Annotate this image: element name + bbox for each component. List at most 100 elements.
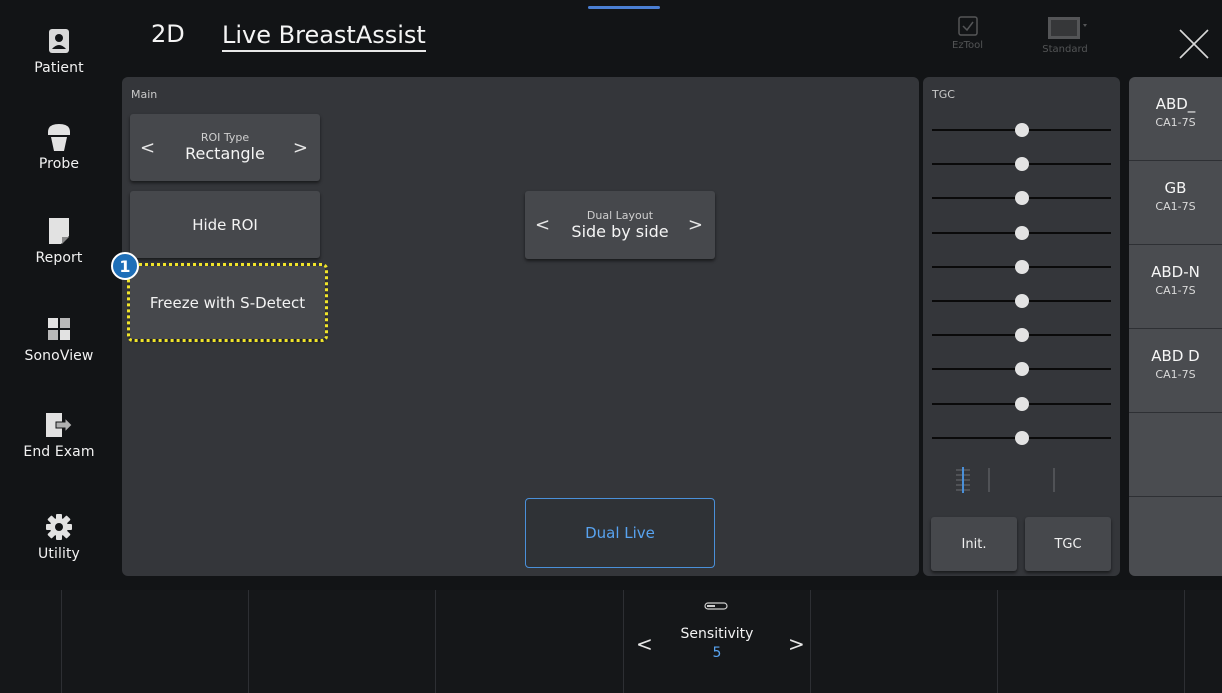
preset-name: ABD D xyxy=(1151,347,1200,365)
preset-item[interactable]: GB CA1-7S xyxy=(1129,161,1222,245)
tgc-slider-knob[interactable] xyxy=(1015,225,1029,240)
tgc-slider[interactable] xyxy=(932,123,1111,137)
tgc-label: TGC xyxy=(1054,536,1082,552)
tgc-button[interactable]: TGC xyxy=(1025,517,1111,571)
tgc-slider[interactable] xyxy=(932,362,1111,377)
dual-live-label: Dual Live xyxy=(585,524,655,542)
sensitivity-control[interactable]: < Sensitivity 5 > xyxy=(624,590,810,693)
tgc-slider-knob[interactable] xyxy=(1015,259,1029,274)
sensitivity-value: 5 xyxy=(712,645,722,661)
tgc-slider-knob[interactable] xyxy=(1015,294,1029,308)
bottom-divider xyxy=(248,590,249,693)
tgc-slider-knob[interactable] xyxy=(1015,191,1029,206)
preset-name: ABD_ xyxy=(1155,95,1196,113)
eztool-label: EzTool xyxy=(952,40,983,51)
sidebar-item-sonoview[interactable]: SonoView xyxy=(0,314,118,364)
sidebar-item-label: SonoView xyxy=(24,348,94,364)
bottom-divider xyxy=(810,590,811,693)
hide-roi-button[interactable]: Hide ROI xyxy=(130,191,320,258)
tgc-slider[interactable] xyxy=(932,294,1111,308)
eztool-button[interactable]: EzTool xyxy=(952,16,983,51)
standard-button[interactable]: Standard xyxy=(1042,16,1088,55)
tgc-slider[interactable] xyxy=(932,430,1111,445)
tgc-slider[interactable] xyxy=(932,191,1111,206)
patient-icon xyxy=(44,26,74,56)
sidebar-item-patient[interactable]: Patient xyxy=(0,26,118,76)
preset-name: ABD-N xyxy=(1151,263,1200,281)
tgc-slider[interactable] xyxy=(932,396,1111,411)
chevron-right-icon[interactable]: > xyxy=(788,632,805,656)
sidebar-item-label: Report xyxy=(35,250,83,266)
chevron-right-icon[interactable]: > xyxy=(293,137,308,158)
tgc-slider[interactable] xyxy=(932,328,1111,343)
panel-caption: Main xyxy=(131,88,158,101)
chevron-right-icon[interactable]: > xyxy=(688,215,703,236)
tgc-slider[interactable] xyxy=(932,259,1111,274)
roi-type-value: Rectangle xyxy=(185,144,265,163)
preset-item[interactable] xyxy=(1129,413,1222,497)
tgc-slider[interactable] xyxy=(932,157,1111,172)
chevron-left-icon[interactable]: < xyxy=(535,215,550,236)
sidebar-item-end-exam[interactable]: End Exam xyxy=(0,410,118,460)
preset-probe: CA1-7S xyxy=(1155,368,1196,381)
preset-probe: CA1-7S xyxy=(1155,116,1196,129)
tgc-init-button[interactable]: Init. xyxy=(931,517,1017,571)
sensitivity-title: Sensitivity xyxy=(680,626,754,642)
dual-layout-title: Dual Layout xyxy=(586,208,654,222)
chevron-left-icon[interactable]: < xyxy=(140,137,155,158)
freeze-label: Freeze with S-Detect xyxy=(149,293,306,312)
sidebar-item-report[interactable]: Report xyxy=(0,216,118,266)
preset-item[interactable]: ABD_ CA1-7S xyxy=(1129,77,1222,161)
sidebar-item-label: End Exam xyxy=(23,444,95,460)
preset-item[interactable]: ABD-N CA1-7S xyxy=(1129,245,1222,329)
tgc-slider-knob[interactable] xyxy=(1015,430,1029,445)
probe-icon xyxy=(44,122,74,152)
bottom-divider xyxy=(61,590,62,693)
bottom-bar: < Sensitivity 5 > xyxy=(0,590,1222,693)
tgc-slider-knob[interactable] xyxy=(1015,396,1029,411)
tgc-curve-icon xyxy=(956,467,1055,493)
preset-probe: CA1-7S xyxy=(1155,200,1196,213)
mode-label: 2D xyxy=(151,20,185,48)
sidebar-item-label: Patient xyxy=(34,60,84,76)
tgc-panel: TGC Init. TGC xyxy=(923,77,1120,576)
dual-layout-value: Side by side xyxy=(571,221,669,241)
tgc-slider-knob[interactable] xyxy=(1015,362,1029,377)
page-title: Live BreastAssist xyxy=(222,20,426,52)
dual-live-button[interactable]: Dual Live xyxy=(525,498,715,568)
bottom-divider xyxy=(435,590,436,693)
roi-type-selector[interactable]: < ROI Type Rectangle > xyxy=(130,114,320,181)
dual-layout-selector[interactable]: < Dual Layout Side by side > xyxy=(525,191,715,259)
knob-indicator-icon xyxy=(704,602,728,610)
sidebar-item-utility[interactable]: Utility xyxy=(0,512,118,562)
sidebar-item-probe[interactable]: Probe xyxy=(0,122,118,172)
sonoview-icon xyxy=(44,314,74,344)
close-button[interactable] xyxy=(1176,26,1212,62)
sidebar: Patient Probe Report SonoView End Exam U… xyxy=(0,0,118,590)
main-panel: Main < ROI Type Rectangle > Hide ROI Fre… xyxy=(122,77,919,576)
tgc-slider[interactable] xyxy=(932,225,1111,240)
bottom-divider xyxy=(1184,590,1185,693)
preset-item[interactable] xyxy=(1129,497,1222,576)
tgc-slider-knob[interactable] xyxy=(1015,123,1029,137)
top-indicator xyxy=(588,6,660,9)
report-icon xyxy=(44,216,74,246)
end-exam-icon xyxy=(44,410,74,440)
close-icon xyxy=(1179,29,1209,59)
tgc-caption: TGC xyxy=(932,88,955,101)
callout-badge: 1 xyxy=(111,252,139,280)
freeze-with-s-detect-button[interactable]: Freeze with S-Detect xyxy=(127,263,328,342)
checkbox-icon xyxy=(957,16,978,36)
tgc-slider-knob[interactable] xyxy=(1015,157,1029,172)
preset-name: GB xyxy=(1164,179,1187,197)
preset-probe: CA1-7S xyxy=(1155,284,1196,297)
preset-item[interactable]: ABD D CA1-7S xyxy=(1129,329,1222,413)
tgc-slider-knob[interactable] xyxy=(1015,328,1029,343)
roi-type-title: ROI Type xyxy=(200,131,250,144)
sidebar-item-label: Probe xyxy=(38,156,80,172)
monitor-icon xyxy=(1048,17,1087,39)
bottom-divider xyxy=(997,590,998,693)
standard-label: Standard xyxy=(1042,44,1088,55)
preset-list: ABD_ CA1-7S GB CA1-7S ABD-N CA1-7S ABD D… xyxy=(1129,77,1222,576)
init-label: Init. xyxy=(961,536,987,552)
